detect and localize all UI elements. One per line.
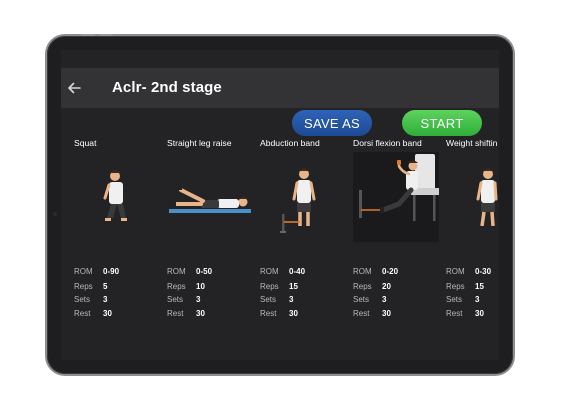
straight-leg-raise-illustration bbox=[169, 186, 251, 213]
dorsi-flexion-band-illustration bbox=[353, 152, 439, 242]
weight-shifting-illustration bbox=[476, 168, 498, 229]
exercise-name: Straight leg raise bbox=[167, 138, 232, 148]
exercise-card-weight-shifting[interactable]: Weight shiftin ROM 0-30 Reps 15 Sets 3 Rest bbox=[446, 50, 499, 360]
squat-illustration bbox=[103, 170, 128, 224]
camera bbox=[53, 212, 57, 216]
exercise-name: Weight shiftin bbox=[446, 138, 498, 148]
tablet-button bbox=[81, 34, 95, 36]
app-screen: Aclr- 2nd stage SAVE AS START Squat ROM … bbox=[61, 50, 499, 360]
tablet-button bbox=[99, 34, 113, 36]
tablet-frame: Aclr- 2nd stage SAVE AS START Squat ROM … bbox=[47, 34, 513, 374]
exercise-card-dorsi-flexion-band[interactable]: Dorsi flexion band ROM 0-20 Reps 20 Sets… bbox=[353, 50, 446, 360]
exercise-card-abduction-band[interactable]: Abduction band ROM 0-40 Reps 15 Sets 3 R… bbox=[260, 50, 353, 360]
exercise-card-straight-leg-raise[interactable]: Straight leg raise ROM 0-50 Reps 10 Sets 3 … bbox=[167, 50, 260, 360]
exercise-name: Abduction band bbox=[260, 138, 320, 148]
exercise-name: Squat bbox=[74, 138, 97, 148]
exercise-name: Dorsi flexion band bbox=[353, 138, 422, 148]
exercise-card-squat[interactable]: Squat ROM 0-90 Reps 5 Sets 3 Rest 30 bbox=[74, 50, 167, 360]
abduction-band-illustration bbox=[280, 168, 316, 233]
exercise-list: Squat ROM 0-90 Reps 5 Sets 3 Rest 30 Str… bbox=[61, 50, 499, 360]
